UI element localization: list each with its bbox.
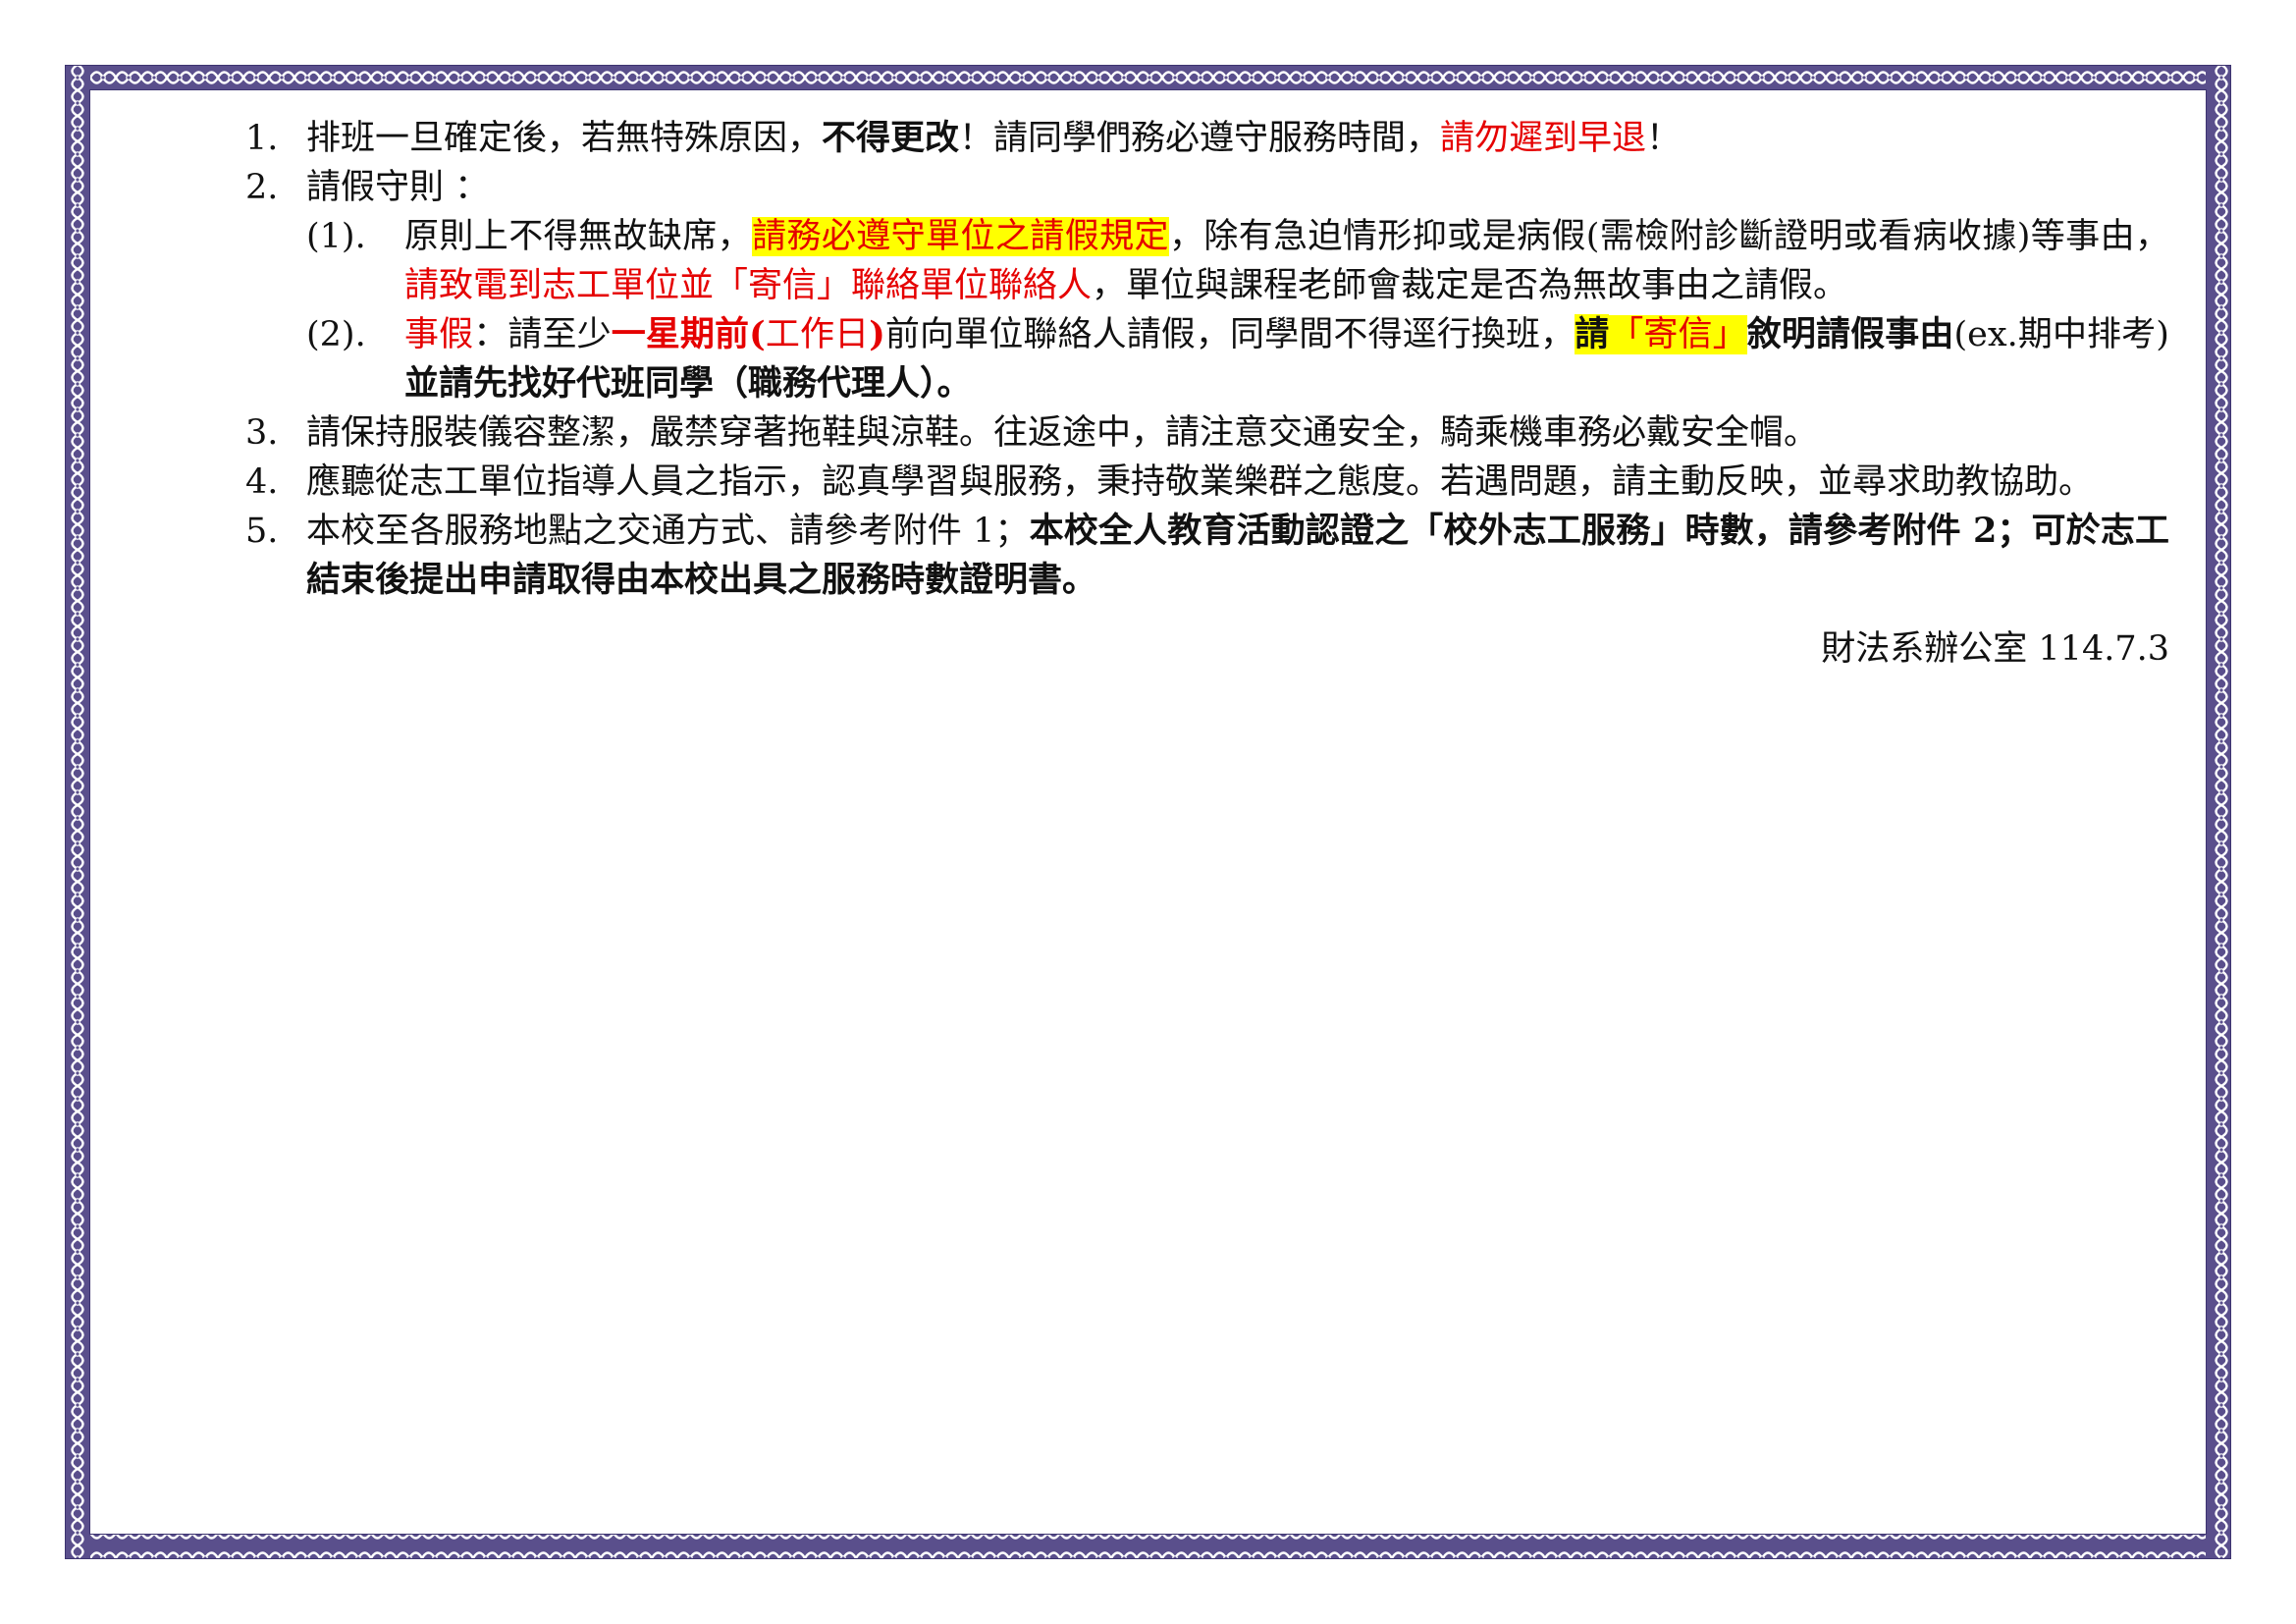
item-text: 本校至各服務地點之交通方式、請參考附件 1；本校全人教育活動認證之「校外志工服務…: [306, 507, 2169, 605]
item-number: 3.: [245, 413, 279, 453]
notice-item-1: 1. 排班一旦確定後，若無特殊原因，不得更改！請同學們務必遵守服務時間，請勿遲到…: [245, 114, 2169, 163]
text-run: (ex.期中排考): [1953, 315, 2169, 354]
sub-number: (2).: [306, 315, 366, 354]
text-run: 本校至各服務地點之交通方式、請參考附件 1；: [306, 512, 1030, 551]
office-signature-date: 財法系辦公室 114.7.3: [1821, 629, 2169, 669]
notice-item-4: 4. 應聽從志工單位指導人員之指示，認真學習與服務，秉持敬業樂群之態度。若遇問題…: [245, 458, 2169, 507]
text-run: 排班一旦確定後，若無特殊原因，: [306, 119, 823, 158]
text-run: ！請同學們務必遵守服務時間，: [959, 119, 1441, 158]
bold-text: 並請先找好代班同學（職務代理人）。: [404, 363, 972, 404]
text-run: ！: [1646, 119, 1682, 158]
item-text: 應聽從志工單位指導人員之指示，認真學習與服務，秉持敬業樂群之態度。若遇問題，請主…: [306, 462, 2094, 502]
red-bold-text: 一星期前(: [611, 314, 766, 354]
notice-item-2: 2. 請假守則 ：: [245, 163, 2169, 212]
sub-number: (1).: [306, 217, 366, 256]
sub-text: 事假：請至少一星期前(工作日)前向單位聯絡人請假，同學間不得逕行換班，請「寄信」…: [404, 310, 2169, 408]
item-number: 2.: [245, 168, 279, 207]
text-run: 前向單位聯絡人請假，同學間不得逕行換班，: [884, 315, 1575, 354]
red-text: 請勿遲到早退: [1440, 119, 1647, 158]
red-text: 請致電到志工單位並「寄信」聯絡單位聯絡人: [404, 266, 1093, 305]
notice-item-3: 3. 請保持服裝儀容整潔，嚴禁穿著拖鞋與涼鞋。往返途中，請注意交通安全，騎乘機車…: [245, 408, 2169, 458]
text-run: ，單位與課程老師會裁定是否為無故事由之請假。: [1092, 266, 1848, 305]
text-run: 原則上不得無故缺席，: [404, 217, 753, 256]
red-text: 事假: [404, 315, 474, 354]
text-run: ：請至少: [473, 315, 612, 354]
notice-item-5: 5. 本校至各服務地點之交通方式、請參考附件 1；本校全人教育活動認證之「校外志…: [245, 507, 2169, 605]
leave-rule-2: (2). 事假：請至少一星期前(工作日)前向單位聯絡人請假，同學間不得逕行換班，…: [306, 310, 2169, 408]
sub-text: 原則上不得無故缺席，請務必遵守單位之請假規定，除有急迫情形抑或是病假(需檢附診斷…: [404, 212, 2169, 310]
item-text: 排班一旦確定後，若無特殊原因，不得更改！請同學們務必遵守服務時間，請勿遲到早退！: [306, 114, 2169, 163]
bold-text: 不得更改: [822, 118, 960, 158]
bold-text: 敘明請假事由: [1746, 314, 1954, 354]
text-run: ，除有急迫情形抑或是病假(需檢附診斷證明或看病收據)等事由，: [1168, 217, 2169, 256]
decorative-border: 1. 排班一旦確定後，若無特殊原因，不得更改！請同學們務必遵守服務時間，請勿遲到…: [65, 65, 2231, 1559]
leave-rule-1: (1). 原則上不得無故缺席，請務必遵守單位之請假規定，除有急迫情形抑或是病假(…: [306, 212, 2169, 310]
item-number: 4.: [245, 462, 279, 502]
red-bold-text: ): [869, 314, 885, 354]
notice-content: 1. 排班一旦確定後，若無特殊原因，不得更改！請同學們務必遵守服務時間，請勿遲到…: [245, 114, 2169, 674]
item-title: 請假守則 ：: [306, 168, 490, 207]
item-number: 1.: [245, 119, 279, 158]
item-number: 5.: [245, 512, 279, 551]
highlighted-red-text: 「寄信」: [1609, 315, 1747, 354]
highlighted-bold-text: 請: [1575, 314, 1610, 354]
highlighted-red-text: 請務必遵守單位之請假規定: [752, 217, 1169, 256]
red-text: 工作日: [765, 315, 870, 354]
item-text: 請保持服裝儀容整潔，嚴禁穿著拖鞋與涼鞋。往返途中，請注意交通安全，騎乘機車務必戴…: [306, 413, 1819, 453]
